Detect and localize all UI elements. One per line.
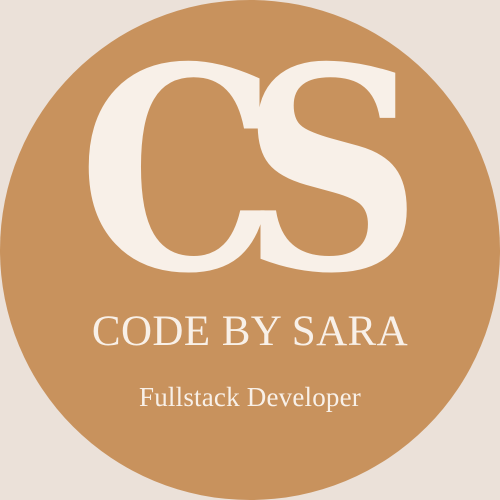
monogram-letter-c: C bbox=[78, 5, 277, 335]
tagline: Fullstack Developer bbox=[139, 382, 361, 412]
logo-canvas: C S CODE BY SARA Fullstack Developer bbox=[0, 0, 500, 500]
monogram-logo: C S bbox=[70, 30, 430, 310]
brand-name: CODE BY SARA bbox=[91, 308, 409, 355]
monogram-letter-s: S bbox=[241, 5, 421, 335]
